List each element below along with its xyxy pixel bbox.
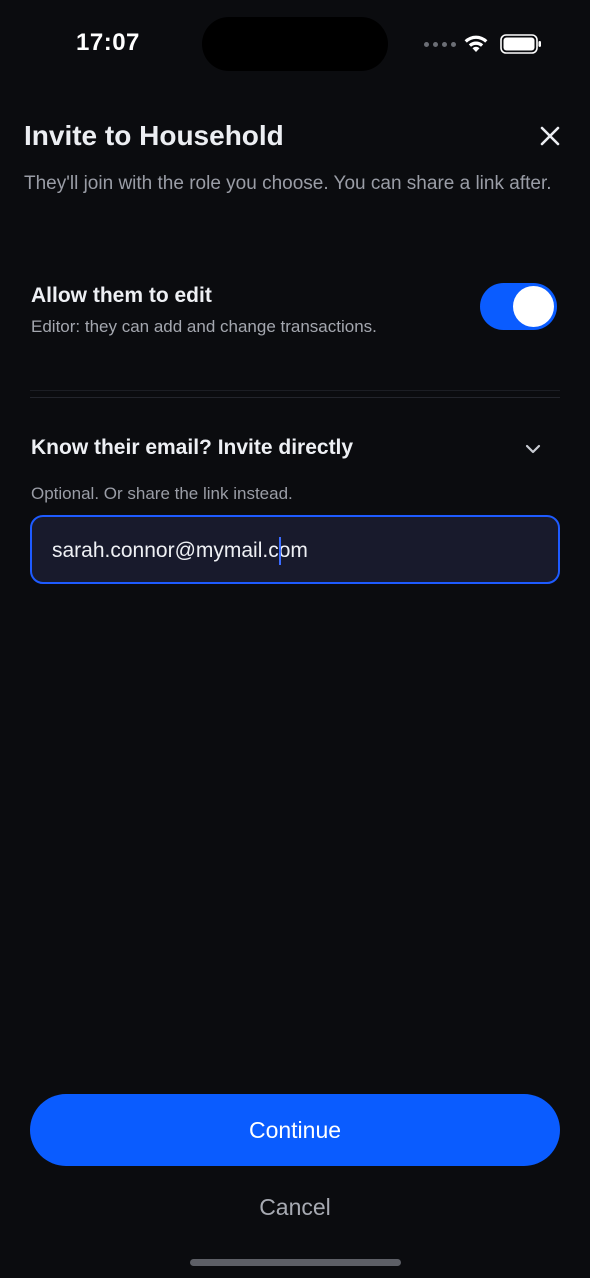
page-subtitle: They'll join with the role you choose. Y… <box>24 173 552 194</box>
signal-icon <box>424 42 456 47</box>
close-button[interactable] <box>536 122 564 150</box>
invite-screen: 17:07 Invite to Household They'll join w… <box>0 0 590 1278</box>
toggle-knob <box>513 286 554 327</box>
continue-button[interactable]: Continue <box>30 1094 560 1166</box>
email-section-heading[interactable]: Know their email? Invite directly <box>31 436 353 460</box>
divider <box>30 390 560 391</box>
edit-permission-description: Editor: they can add and change transact… <box>31 317 377 336</box>
cancel-button[interactable]: Cancel <box>0 1194 590 1221</box>
page-title: Invite to Household <box>24 120 284 151</box>
status-time: 17:07 <box>76 29 140 56</box>
email-field-value: sarah.connor@mymail.com <box>52 539 308 562</box>
email-field[interactable]: sarah.connor@mymail.com <box>30 515 560 584</box>
battery-icon <box>500 34 541 54</box>
email-hint: Optional. Or share the link instead. <box>31 484 293 503</box>
edit-permission-label: Allow them to edit <box>31 284 212 307</box>
close-icon <box>540 126 560 146</box>
allow-edit-toggle[interactable] <box>480 283 557 330</box>
wifi-icon <box>464 35 488 52</box>
dynamic-island <box>202 17 388 71</box>
chevron-down-icon <box>525 444 541 454</box>
text-cursor <box>279 537 281 565</box>
divider <box>30 397 560 398</box>
collapse-section-button[interactable] <box>522 438 544 460</box>
home-indicator <box>190 1259 401 1266</box>
